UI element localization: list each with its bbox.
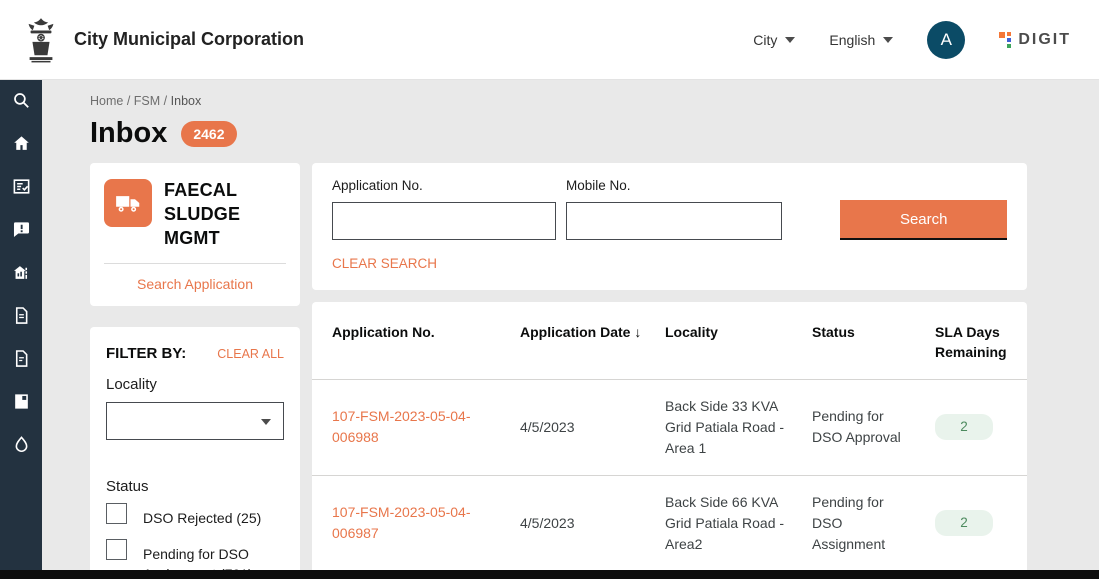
divider [104,263,286,264]
tasks-icon[interactable] [11,176,31,196]
mobile-no-label: Mobile No. [566,178,782,193]
checkbox[interactable] [106,503,127,524]
water-drop-icon[interactable] [11,434,31,454]
clear-search-link[interactable]: CLEAR SEARCH [332,256,437,271]
top-header-bar: City Municipal Corporation City English … [0,0,1099,80]
breadcrumb-fsm[interactable]: FSM [134,94,160,108]
locality-select[interactable] [106,402,284,440]
language-selector-label: English [829,32,875,48]
checkbox[interactable] [106,539,127,560]
status-option[interactable]: DSO Rejected (25) [106,503,284,528]
column-header: Status [812,322,935,363]
table-header-row: Application No.Application Date ↓Localit… [312,302,1027,379]
search-button[interactable]: Search [840,200,1007,240]
status-cell: Pending for DSO Assignment [812,492,935,555]
ledger-icon[interactable] [11,391,31,411]
filter-by-heading: FILTER BY: [106,345,186,362]
status-cell: Pending for DSO Approval [812,406,935,448]
language-selector[interactable]: English [829,32,893,48]
digit-brand-logo: DIGIT [999,31,1071,49]
national-emblem-logo [22,16,60,64]
column-header-label: SLA Days Remaining [935,324,1007,360]
breadcrumb-inbox: Inbox [171,94,202,108]
window-bottom-edge [0,570,1099,579]
breadcrumb-separator: / [127,94,130,108]
date-cell: 4/5/2023 [520,417,665,438]
breadcrumb: Home / FSM / Inbox [90,94,1099,108]
chevron-down-icon [261,419,271,425]
application-no-cell: 107-FSM-2023-05-04-006987 [332,502,520,544]
module-card: FAECAL SLUDGE MGMT Search Application [90,163,300,306]
chevron-down-icon [785,37,795,43]
city-selector-label: City [753,32,777,48]
application-no-label: Application No. [332,178,556,193]
table-body: 107-FSM-2023-05-04-0069884/5/2023Back Si… [312,379,1027,579]
clear-all-link[interactable]: CLEAR ALL [217,347,284,361]
fsm-truck-icon [104,179,152,227]
locality-filter-label: Locality [106,376,284,393]
mobile-no-input[interactable] [566,202,782,240]
column-header: Application Date ↓ [520,322,665,363]
city-selector[interactable]: City [753,32,795,48]
inbox-count-badge: 2462 [181,121,236,147]
sla-cell: 2 [935,414,1011,440]
digit-mark-icon [999,31,1012,48]
inbox-table: Application No.Application Date ↓Localit… [312,302,1027,579]
main-content: Home / FSM / Inbox Inbox 2462 FAECAL SLU… [42,80,1099,579]
locality-cell: Back Side 66 KVA Grid Patiala Road - Are… [665,492,812,555]
property-icon[interactable] [11,262,31,282]
column-header: Application No. [332,322,520,363]
status-option-label: DSO Rejected (25) [143,503,284,528]
document-icon[interactable] [11,305,31,325]
table-row: 107-FSM-2023-05-04-006987 4/5/2023Back Si… [312,475,1027,571]
column-header-label: Locality [665,324,718,340]
search-application-link[interactable]: Search Application [104,276,286,292]
org-title: City Municipal Corporation [74,29,304,50]
column-header: Locality [665,322,812,363]
status-filter-label: Status [106,478,284,495]
chevron-down-icon [883,37,893,43]
home-icon[interactable] [11,133,31,153]
sla-badge: 2 [935,414,993,440]
breadcrumb-separator: / [164,94,167,108]
column-header-label: Application Date [520,324,630,340]
column-header: SLA Days Remaining [935,322,1025,363]
filter-panel: FILTER BY: CLEAR ALL Locality Status DSO… [90,327,300,579]
application-link[interactable]: 107-FSM-2023-05-04-006988 [332,408,471,445]
search-panel: Application No. Mobile No. Search CLEAR … [312,163,1027,290]
application-link[interactable]: 107-FSM-2023-05-04-006987 [332,504,471,541]
application-no-cell: 107-FSM-2023-05-04-006988 [332,406,520,448]
document-icon-2[interactable] [11,348,31,368]
date-cell: 4/5/2023 [520,513,665,534]
user-avatar[interactable]: A [927,21,965,59]
status-filter-list: DSO Rejected (25)Pending for DSO Assignm… [106,503,284,579]
page-title: Inbox [90,117,167,150]
sla-badge: 2 [935,510,993,536]
table-row: 107-FSM-2023-05-04-006988 4/5/2023Back Si… [312,379,1027,475]
digit-brand-text: DIGIT [1018,31,1071,49]
search-icon[interactable] [11,90,31,110]
avatar-initial: A [941,30,952,50]
locality-cell: Back Side 33 KVA Grid Patiala Road - Are… [665,396,812,459]
sort-desc-icon[interactable]: ↓ [630,324,641,340]
application-no-input[interactable] [332,202,556,240]
module-title: FAECAL SLUDGE MGMT [164,179,264,250]
breadcrumb-home[interactable]: Home [90,94,123,108]
left-nav-sidebar [0,80,42,579]
column-header-label: Status [812,324,855,340]
complaint-icon[interactable] [11,219,31,239]
sla-cell: 2 [935,510,1011,536]
column-header-label: Application No. [332,324,435,340]
